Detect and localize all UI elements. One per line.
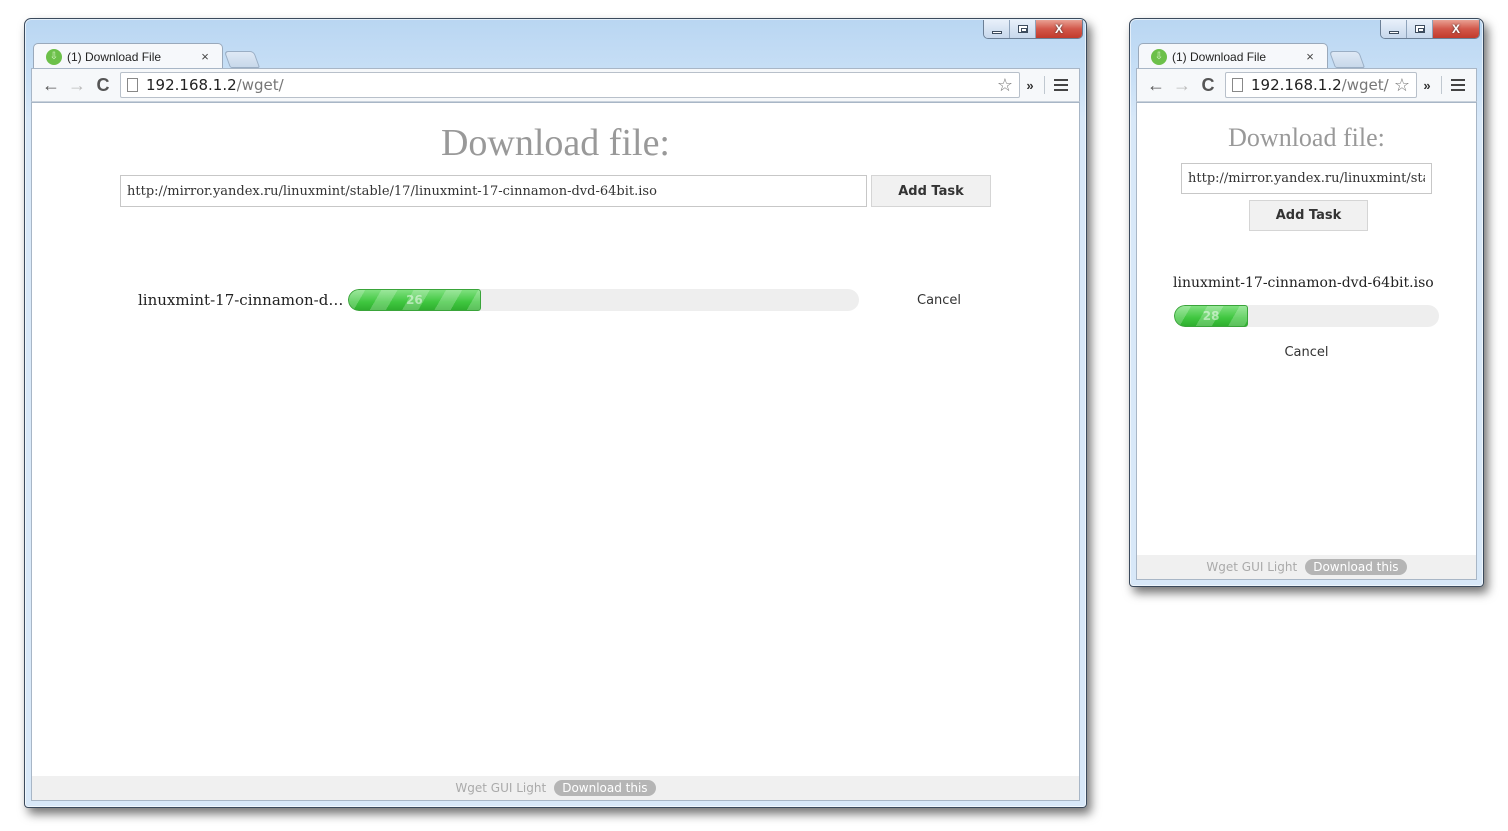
download-arrow-icon: ⇩ <box>1151 48 1167 65</box>
browser-window-large: X ⇩ (1) Download File × ← → C 192.168.1.… <box>24 18 1087 808</box>
extensions-overflow-icon[interactable]: » <box>1417 78 1437 93</box>
close-window-button[interactable]: X <box>1036 20 1082 38</box>
restore-icon <box>1414 25 1425 33</box>
page-viewport: Download file: Add Task linuxmint-17-cin… <box>1136 102 1477 580</box>
cancel-task-button[interactable]: Cancel <box>917 293 961 308</box>
bookmark-star-icon[interactable]: ☆ <box>997 75 1013 96</box>
footer-brand: Wget GUI Light <box>455 781 547 795</box>
maximize-button[interactable] <box>1010 20 1036 38</box>
menu-hamburger-icon[interactable] <box>1446 73 1470 97</box>
bookmark-star-icon[interactable]: ☆ <box>1394 75 1410 96</box>
address-bar[interactable]: 192.168.1.2 /wget/ ☆ <box>120 72 1020 98</box>
download-arrow-icon: ⇩ <box>46 48 62 65</box>
close-icon: X <box>1054 22 1063 36</box>
download-url-input[interactable] <box>1181 163 1432 194</box>
browser-window-small: X ⇩ (1) Download File × ← → C 192.168.1.… <box>1129 18 1484 587</box>
cancel-task-button[interactable]: Cancel <box>1137 345 1476 360</box>
download-url-input[interactable] <box>120 175 867 207</box>
add-task-button[interactable]: Add Task <box>1249 200 1368 231</box>
back-arrow-icon[interactable]: ← <box>38 72 64 98</box>
tab-download-file[interactable]: ⇩ (1) Download File × <box>1138 43 1328 69</box>
minimize-button[interactable] <box>1381 20 1407 38</box>
new-tab-button[interactable] <box>223 51 261 68</box>
page-icon <box>127 78 138 92</box>
download-this-link[interactable]: Download this <box>554 780 656 796</box>
progress-label: 26 <box>406 293 423 307</box>
toolbar-divider <box>1044 76 1045 94</box>
task-filename: linuxmint-17-cinnamon-dvd-64bit.iso <box>138 291 346 309</box>
minimize-button[interactable] <box>984 20 1010 38</box>
restore-icon <box>1017 25 1028 33</box>
tab-title: (1) Download File <box>67 49 162 64</box>
page-title: Download file: <box>440 122 670 164</box>
progress-fill: 28 <box>1174 305 1249 327</box>
task-progress-bar: 26 <box>348 289 859 311</box>
download-this-link[interactable]: Download this <box>1305 559 1407 575</box>
forward-arrow-icon[interactable]: → <box>1169 72 1195 98</box>
url-path: /wget/ <box>236 76 284 94</box>
page-title: Download file: <box>1228 123 1385 152</box>
progress-fill: 26 <box>348 289 481 311</box>
add-task-button[interactable]: Add Task <box>871 175 991 207</box>
footer-brand: Wget GUI Light <box>1206 560 1298 574</box>
page-footer: Wget GUI Light Download this <box>1137 555 1476 579</box>
new-tab-button[interactable] <box>1328 51 1366 68</box>
tab-close-icon[interactable]: × <box>1303 49 1317 64</box>
menu-hamburger-icon[interactable] <box>1049 73 1073 97</box>
toolbar-divider <box>1441 76 1442 94</box>
close-icon: X <box>1451 22 1460 36</box>
window-caption-buttons: X <box>1380 20 1480 39</box>
url-host: 192.168.1.2 <box>146 76 237 94</box>
task-progress-bar: 28 <box>1174 305 1439 327</box>
page-icon <box>1232 78 1243 92</box>
tab-title: (1) Download File <box>1172 49 1267 64</box>
page-viewport: Download file: Add Task linuxmint-17-cin… <box>31 102 1080 801</box>
address-bar[interactable]: 192.168.1.2 /wget/ ☆ <box>1225 72 1417 98</box>
task-filename: linuxmint-17-cinnamon-dvd-64bit.iso <box>1173 275 1434 291</box>
window-caption-buttons: X <box>983 20 1083 39</box>
progress-label: 28 <box>1202 309 1220 323</box>
tab-download-file[interactable]: ⇩ (1) Download File × <box>33 43 223 69</box>
maximize-button[interactable] <box>1407 20 1433 38</box>
reload-icon[interactable]: C <box>90 72 116 98</box>
reload-icon[interactable]: C <box>1195 72 1221 98</box>
minimize-icon <box>1388 30 1399 34</box>
url-path: /wget/ <box>1341 76 1389 94</box>
browser-toolbar: ← → C 192.168.1.2 /wget/ ☆ » <box>1136 68 1477 102</box>
url-host: 192.168.1.2 <box>1251 76 1342 94</box>
page-footer: Wget GUI Light Download this <box>32 776 1079 800</box>
tab-strip: ⇩ (1) Download File × <box>1138 41 1366 69</box>
back-arrow-icon[interactable]: ← <box>1143 72 1169 98</box>
tab-close-icon[interactable]: × <box>198 49 212 64</box>
forward-arrow-icon[interactable]: → <box>64 72 90 98</box>
tab-strip: ⇩ (1) Download File × <box>33 41 261 69</box>
extensions-overflow-icon[interactable]: » <box>1020 78 1040 93</box>
close-window-button[interactable]: X <box>1433 20 1479 38</box>
browser-toolbar: ← → C 192.168.1.2 /wget/ ☆ » <box>31 68 1080 102</box>
minimize-icon <box>991 30 1002 34</box>
